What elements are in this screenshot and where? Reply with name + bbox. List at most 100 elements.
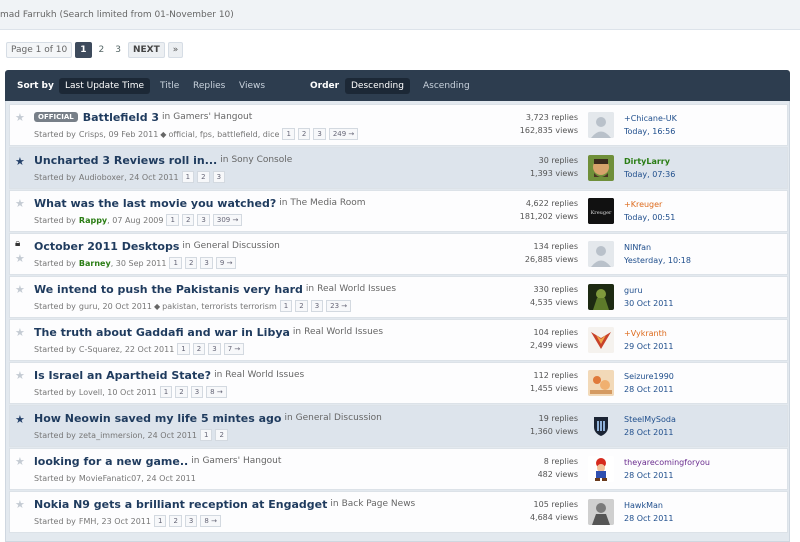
- mini-page-link[interactable]: 1: [153, 515, 167, 527]
- topic-author-link[interactable]: Lovell: [79, 388, 102, 397]
- forum-link[interactable]: Back Page News: [342, 499, 416, 509]
- star-outline-icon[interactable]: ★: [15, 253, 25, 264]
- forum-link[interactable]: Gamers' Hangout: [202, 456, 281, 466]
- mini-page-link[interactable]: 2: [169, 515, 182, 527]
- page-1-link[interactable]: 1: [75, 42, 92, 58]
- last-poster-link[interactable]: +Kreuger: [624, 198, 784, 211]
- topic-author-link[interactable]: zeta_immersion: [79, 431, 143, 440]
- mini-page-link[interactable]: 2: [297, 128, 311, 140]
- order-option-descending[interactable]: Descending: [345, 78, 410, 94]
- mini-page-link[interactable]: 3: [208, 343, 221, 355]
- user-avatar[interactable]: [588, 499, 614, 525]
- forum-link[interactable]: Real World Issues: [225, 370, 304, 380]
- last-post-time[interactable]: 29 Oct 2011: [624, 340, 784, 353]
- mini-page-link[interactable]: 1: [166, 214, 179, 226]
- last-post-time[interactable]: 30 Oct 2011: [624, 297, 784, 310]
- mini-page-link[interactable]: 2: [197, 171, 210, 183]
- mini-page-link[interactable]: 1: [200, 429, 213, 441]
- sort-option-views[interactable]: Views: [239, 78, 265, 94]
- last-post-time[interactable]: Today, 07:36: [624, 168, 784, 181]
- last-mini-page-link[interactable]: 309 →: [212, 214, 243, 226]
- last-poster-link[interactable]: guru: [624, 284, 784, 297]
- topic-title-link[interactable]: How Neowin saved my life 5 mintes ago: [34, 412, 281, 425]
- mini-page-link[interactable]: 2: [295, 300, 308, 312]
- mini-page-link[interactable]: 3: [200, 257, 213, 269]
- sort-option-title[interactable]: Title: [160, 78, 179, 94]
- mini-page-link[interactable]: 2: [175, 386, 188, 398]
- last-post-time[interactable]: 28 Oct 2011: [624, 383, 784, 396]
- last-poster-link[interactable]: theyarecomingforyou: [624, 456, 784, 469]
- last-mini-page-link[interactable]: 8 →: [206, 386, 227, 398]
- topic-tags[interactable]: pakistan, terrorists terrorism: [162, 302, 277, 311]
- mini-page-link[interactable]: 2: [192, 343, 206, 355]
- mini-page-link[interactable]: 2: [215, 429, 228, 441]
- star-outline-icon[interactable]: ★: [15, 198, 25, 209]
- forum-link[interactable]: General Discussion: [194, 241, 280, 251]
- last-poster-link[interactable]: NINfan: [624, 241, 784, 254]
- mini-page-link[interactable]: 3: [184, 515, 198, 527]
- topic-title-link[interactable]: What was the last movie you watched?: [34, 197, 276, 210]
- topic-title-link[interactable]: Is Israel an Apartheid State?: [34, 369, 211, 382]
- topic-author-link[interactable]: C-Squarez: [79, 345, 120, 354]
- page-3-link[interactable]: 3: [111, 42, 125, 58]
- sort-option-replies[interactable]: Replies: [193, 78, 225, 94]
- last-mini-page-link[interactable]: 23 →: [326, 300, 352, 312]
- user-avatar[interactable]: [588, 413, 614, 439]
- last-poster-link[interactable]: +Vykranth: [624, 327, 784, 340]
- last-poster-link[interactable]: Seizure1990: [624, 370, 784, 383]
- topic-title-link[interactable]: Battlefield 3: [83, 111, 159, 124]
- last-page-button[interactable]: »: [167, 42, 184, 58]
- last-mini-page-link[interactable]: 7 →: [223, 343, 245, 355]
- topic-author-link[interactable]: FMH: [79, 517, 97, 526]
- topic-title-link[interactable]: The truth about Gaddafi and war in Libya: [34, 326, 290, 339]
- topic-author-link[interactable]: Barney: [79, 259, 111, 268]
- page-2-link[interactable]: 2: [95, 42, 109, 58]
- star-outline-icon[interactable]: ★: [15, 499, 25, 510]
- topic-title-link[interactable]: Nokia N9 gets a brilliant reception at E…: [34, 498, 327, 511]
- last-post-time[interactable]: Yesterday, 10:18: [624, 254, 784, 267]
- mini-page-link[interactable]: 1: [279, 300, 293, 312]
- topic-title-link[interactable]: October 2011 Desktops: [34, 240, 179, 253]
- mini-page-link[interactable]: 1: [159, 386, 173, 398]
- last-post-time[interactable]: 28 Oct 2011: [624, 512, 784, 525]
- last-post-time[interactable]: 28 Oct 2011: [624, 469, 784, 482]
- last-post-time[interactable]: 28 Oct 2011: [624, 426, 784, 439]
- user-avatar[interactable]: Kreuger: [588, 198, 614, 224]
- forum-link[interactable]: Real World Issues: [304, 327, 383, 337]
- star-outline-icon[interactable]: ★: [15, 456, 25, 467]
- forum-link[interactable]: Sony Console: [231, 155, 292, 165]
- mini-page-link[interactable]: 3: [212, 171, 226, 183]
- star-outline-icon[interactable]: ★: [15, 327, 25, 338]
- sort-option-last-update[interactable]: Last Update Time: [59, 78, 151, 94]
- order-option-ascending[interactable]: Ascending: [423, 78, 470, 94]
- last-mini-page-link[interactable]: 9 →: [215, 257, 237, 269]
- mini-page-link[interactable]: 3: [310, 300, 324, 312]
- star-outline-icon[interactable]: ★: [15, 284, 25, 295]
- mini-page-link[interactable]: 1: [282, 128, 295, 140]
- default-avatar[interactable]: [588, 241, 614, 267]
- last-poster-link[interactable]: HawkMan: [624, 499, 784, 512]
- page-of-indicator[interactable]: Page 1 of 10: [6, 42, 73, 58]
- star-filled-icon[interactable]: ★: [15, 414, 25, 425]
- last-post-time[interactable]: Today, 00:51: [624, 211, 784, 224]
- star-outline-icon[interactable]: ★: [15, 112, 25, 123]
- last-poster-link[interactable]: DirtyLarry: [624, 155, 784, 168]
- forum-link[interactable]: Real World Issues: [317, 284, 396, 294]
- mini-page-link[interactable]: 1: [177, 343, 190, 355]
- last-post-time[interactable]: Today, 16:56: [624, 125, 784, 138]
- user-avatar[interactable]: [588, 327, 614, 353]
- mini-page-link[interactable]: 1: [169, 257, 182, 269]
- star-filled-icon[interactable]: ★: [15, 156, 25, 167]
- mini-page-link[interactable]: 2: [181, 214, 195, 226]
- forum-link[interactable]: The Media Room: [290, 198, 365, 208]
- mini-page-link[interactable]: 3: [197, 214, 210, 226]
- default-avatar[interactable]: [588, 112, 614, 138]
- user-avatar[interactable]: [588, 155, 614, 181]
- user-avatar[interactable]: [588, 370, 614, 396]
- topic-title-link[interactable]: looking for a new game..: [34, 455, 188, 468]
- topic-author-link[interactable]: Crisps: [79, 130, 104, 139]
- next-page-button[interactable]: NEXT: [127, 42, 165, 58]
- mini-page-link[interactable]: 1: [181, 171, 195, 183]
- mini-page-link[interactable]: 3: [190, 386, 204, 398]
- topic-title-link[interactable]: We intend to push the Pakistanis very ha…: [34, 283, 303, 296]
